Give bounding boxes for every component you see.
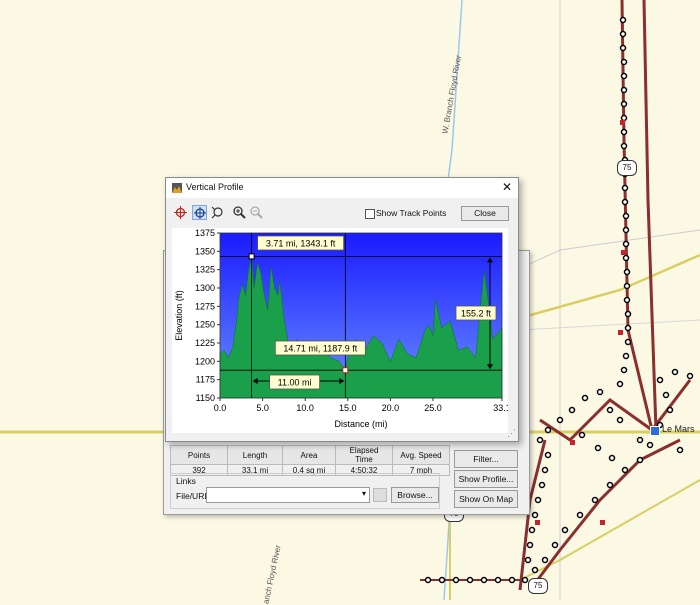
elevation-chart[interactable]: Elevation (ft) Distance (mi) 1375 1350 132… bbox=[172, 228, 511, 433]
stats-header: Length bbox=[227, 445, 283, 465]
y-tick-label: 1350 bbox=[195, 246, 215, 256]
x-tick-label: 15.0 bbox=[339, 403, 357, 413]
y-tick-label: 1200 bbox=[195, 356, 215, 366]
show-profile-button[interactable]: Show Profile... bbox=[454, 470, 518, 488]
x-tick-label: 5.0 bbox=[256, 403, 269, 413]
route-shield: 75 bbox=[617, 160, 637, 176]
stats-header: Avg. Speed bbox=[392, 445, 450, 465]
elevation-chart-svg[interactable]: Elevation (ft) Distance (mi) 1375 1350 132… bbox=[172, 228, 511, 433]
open-link-icon[interactable] bbox=[373, 488, 387, 502]
zoom-in-icon[interactable] bbox=[232, 205, 247, 220]
vertical-profile-window: Vertical Profile ✕ Show Track Points Clo… bbox=[165, 177, 519, 442]
links-label: Links bbox=[176, 476, 196, 486]
measure-icon[interactable] bbox=[210, 205, 225, 220]
show-on-map-button[interactable]: Show On Map bbox=[454, 490, 518, 508]
x-tick-label: 25.0 bbox=[424, 403, 442, 413]
y-tick-label: 1175 bbox=[196, 375, 215, 385]
stats-header: Elapsed Time bbox=[335, 445, 393, 465]
links-group: Links File/URL: ▾ Browse... bbox=[170, 473, 440, 509]
town-marker-icon[interactable] bbox=[650, 426, 660, 436]
x-tick-label: 20.0 bbox=[382, 403, 400, 413]
zoom-out-icon[interactable] bbox=[249, 205, 264, 220]
stats-header: Points bbox=[170, 445, 228, 465]
distance-delta-label: 11.00 mi bbox=[278, 378, 312, 388]
x-tick-label: 0.0 bbox=[214, 403, 227, 413]
add-point-icon[interactable] bbox=[173, 205, 188, 220]
window-title: Vertical Profile bbox=[186, 182, 244, 192]
stats-header: Area bbox=[282, 445, 336, 465]
x-tick-label: 10.0 bbox=[296, 403, 314, 413]
y-tick-label: 1325 bbox=[195, 265, 215, 275]
show-track-points-label: Show Track Points bbox=[376, 208, 447, 218]
crosshair-select-icon[interactable] bbox=[192, 205, 207, 220]
filter-button[interactable]: Filter... bbox=[454, 450, 518, 468]
y-tick-label: 1250 bbox=[195, 320, 215, 330]
y-tick-label: 1375 bbox=[195, 228, 215, 238]
track-stats-table: Points Length Area Elapsed Time Avg. Spe… bbox=[170, 445, 450, 476]
y-tick-label: 1275 bbox=[195, 301, 215, 311]
high-point-marker bbox=[248, 253, 255, 260]
route-shield: 75 bbox=[528, 578, 548, 594]
x-tick-label: 33.1 bbox=[493, 403, 508, 413]
close-icon[interactable]: ✕ bbox=[500, 180, 514, 194]
show-track-points-checkbox[interactable] bbox=[365, 209, 375, 219]
chevron-down-icon[interactable]: ▾ bbox=[362, 489, 366, 498]
browse-button[interactable]: Browse... bbox=[391, 487, 439, 503]
high-point-callout: 3.71 mi, 1343.1 ft bbox=[266, 239, 336, 249]
y-tick-label: 1150 bbox=[196, 393, 215, 403]
app-icon bbox=[172, 183, 182, 193]
resize-grip-icon[interactable]: ⋰ bbox=[507, 428, 516, 439]
y-tick-label: 1225 bbox=[195, 338, 215, 348]
file-url-input[interactable]: ▾ bbox=[206, 487, 370, 503]
y-axis-label: Elevation (ft) bbox=[174, 290, 184, 341]
low-point-marker bbox=[342, 367, 349, 374]
title-bar[interactable]: Vertical Profile ✕ bbox=[166, 178, 518, 198]
close-button[interactable]: Close bbox=[461, 206, 509, 221]
elevation-delta-label: 155.2 ft bbox=[461, 309, 492, 319]
town-label: Le Mars bbox=[662, 424, 695, 434]
low-point-callout: 14.71 mi, 1187.9 ft bbox=[283, 344, 357, 354]
y-tick-label: 1300 bbox=[195, 283, 215, 293]
x-axis-label: Distance (mi) bbox=[334, 419, 387, 429]
